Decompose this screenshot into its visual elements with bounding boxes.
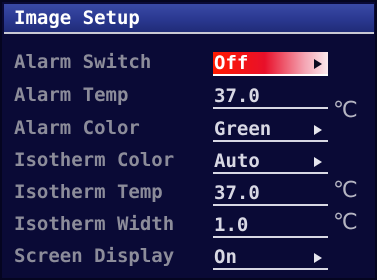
alarm-switch-selector[interactable]: Off xyxy=(213,52,328,76)
isotherm-temp-field[interactable]: 37.0 xyxy=(213,182,328,206)
isotherm-width-label: Isotherm Width xyxy=(14,213,175,235)
alarm-temp-field[interactable]: 37.0 xyxy=(213,85,328,109)
screen-display-label: Screen Display xyxy=(14,245,175,267)
menu-title: Image Setup xyxy=(14,7,140,29)
celsius-icon: ℃ xyxy=(333,210,358,235)
isotherm-width-field[interactable]: 1.0 xyxy=(213,214,328,238)
isotherm-temp-label: Isotherm Temp xyxy=(14,181,163,203)
isotherm-width-value: 1.0 xyxy=(214,214,249,236)
alarm-color-selector[interactable]: Green xyxy=(213,118,328,142)
image-setup-menu: Image Setup Alarm Switch Off Alarm Temp … xyxy=(0,0,377,280)
celsius-icon: ℃ xyxy=(333,178,358,203)
alarm-color-value: Green xyxy=(214,118,272,140)
alarm-temp-value: 37.0 xyxy=(214,85,260,107)
alarm-color-label: Alarm Color xyxy=(14,117,140,139)
arrow-right-icon xyxy=(314,253,322,263)
alarm-switch-value: Off xyxy=(214,52,249,74)
isotherm-color-label: Isotherm Color xyxy=(14,149,175,171)
screen-display-value: On xyxy=(214,246,237,268)
arrow-right-icon xyxy=(314,125,322,135)
celsius-icon: ℃ xyxy=(333,98,358,123)
alarm-switch-label: Alarm Switch xyxy=(14,51,152,73)
title-bar: Image Setup xyxy=(4,4,374,34)
screen-display-selector[interactable]: On xyxy=(213,246,328,270)
isotherm-color-value: Auto xyxy=(214,150,260,172)
arrow-right-icon xyxy=(314,157,322,167)
isotherm-temp-value: 37.0 xyxy=(214,182,260,204)
isotherm-color-selector[interactable]: Auto xyxy=(213,150,328,174)
arrow-right-icon xyxy=(314,59,322,69)
alarm-temp-label: Alarm Temp xyxy=(14,84,129,106)
